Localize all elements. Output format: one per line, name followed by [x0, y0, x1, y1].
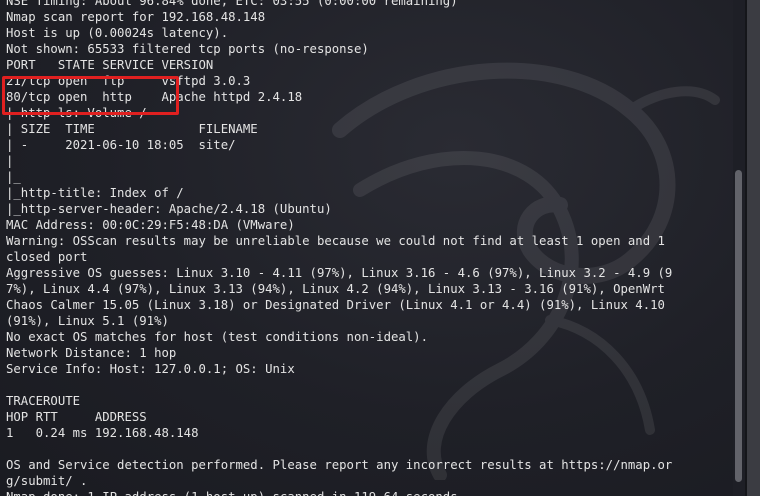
terminal-line: g/submit/ . — [6, 474, 88, 488]
terminal-line: (91%), Linux 5.1 (91%) — [6, 314, 169, 328]
terminal-line: Nmap scan report for 192.168.48.148 — [6, 10, 266, 24]
terminal-line: TRACEROUTE — [6, 394, 81, 408]
terminal-output[interactable]: NSE Timing: About 96.84% done; ETC: 03:5… — [6, 0, 731, 496]
terminal-line: PORT STATE SERVICE VERSION — [6, 58, 214, 72]
terminal-line: Chaos Calmer 15.05 (Linux 3.18) or Desig… — [6, 298, 665, 312]
terminal-line: 7%), Linux 4.4 (97%), Linux 3.13 (94%), … — [6, 282, 665, 296]
terminal-line: |_ — [6, 170, 21, 184]
terminal-line: Nmap done: 1 IP address (1 host up) scan… — [6, 489, 731, 496]
open-ports-highlight-box — [2, 76, 179, 115]
terminal-line: Not shown: 65533 filtered tcp ports (no-… — [6, 42, 369, 56]
terminal-line: |_http-server-header: Apache/2.4.18 (Ubu… — [6, 202, 332, 216]
terminal-line: Network Distance: 1 hop — [6, 346, 177, 360]
terminal-line: Host is up (0.00024s latency). — [6, 26, 229, 40]
terminal-line: |_http-title: Index of / — [6, 186, 184, 200]
terminal-line: | — [6, 154, 14, 168]
terminal-line: MAC Address: 00:0C:29:F5:48:DA (VMware) — [6, 218, 295, 232]
terminal-window[interactable]: NSE Timing: About 96.84% done; ETC: 03:5… — [0, 0, 760, 496]
terminal-line: NSE Timing: About 96.84% done; ETC: 03:5… — [6, 0, 458, 8]
terminal-line: No exact OS matches for host (test condi… — [6, 330, 428, 344]
scrollbar-thumb[interactable] — [735, 170, 742, 482]
terminal-line: | SIZE TIME FILENAME — [6, 122, 258, 136]
side-panel-divider — [745, 0, 747, 496]
terminal-line: Warning: OSScan results may be unreliabl… — [6, 234, 665, 248]
terminal-line: OS and Service detection performed. Plea… — [6, 458, 673, 472]
terminal-line: 1 0.24 ms 192.168.48.148 — [6, 426, 199, 440]
terminal-line: Service Info: Host: 127.0.0.1; OS: Unix — [6, 362, 295, 376]
terminal-line: | - 2021-06-10 18:05 site/ — [6, 138, 236, 152]
terminal-line: closed port — [6, 250, 88, 264]
terminal-line: HOP RTT ADDRESS — [6, 410, 147, 424]
side-panel-edge — [745, 0, 760, 496]
terminal-line: Aggressive OS guesses: Linux 3.10 - 4.11… — [6, 266, 673, 280]
